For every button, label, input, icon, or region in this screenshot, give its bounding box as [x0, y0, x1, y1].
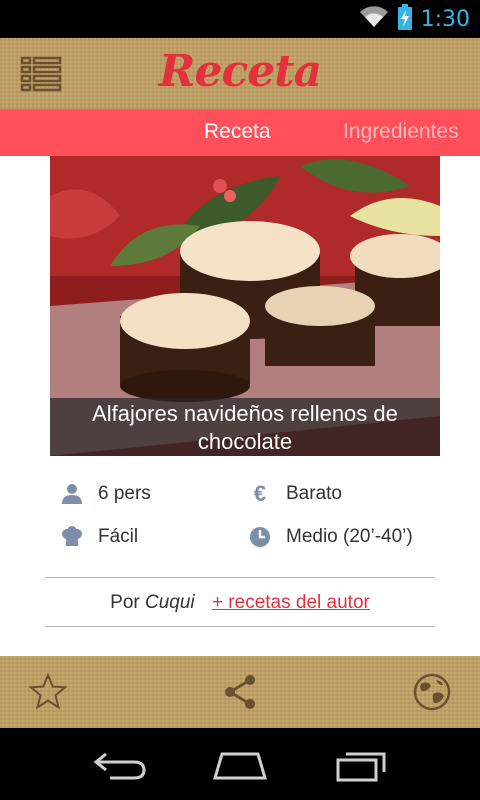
app-title: Receta — [158, 46, 322, 97]
divider — [45, 577, 435, 578]
person-icon — [60, 482, 84, 506]
author-name: Cuqui — [145, 592, 195, 613]
cost-value: Barato — [286, 483, 342, 504]
euro-icon: € — [253, 481, 267, 506]
system-nav-bar — [0, 728, 480, 800]
status-bar: 1:30 — [0, 0, 480, 38]
recipe-photo[interactable]: Alfajores navideños rellenos de chocolat… — [50, 156, 440, 456]
tab-ingredientes[interactable]: Ingredientes — [343, 120, 459, 144]
cost-info: € Barato — [248, 481, 342, 506]
recipe-content: Alfajores navideños rellenos de chocolat… — [0, 156, 480, 656]
tab-receta[interactable]: Receta — [204, 120, 271, 144]
time-value: Medio (20’-40’) — [286, 526, 413, 547]
battery-icon — [397, 3, 413, 35]
action-bar: Receta — [0, 38, 480, 110]
bottom-action-bar — [0, 656, 480, 728]
back-icon[interactable] — [92, 748, 148, 787]
author-line: Por Cuqui + recetas del autor — [0, 592, 480, 614]
time-info: Medio (20’-40’) — [248, 525, 413, 549]
globe-icon[interactable] — [412, 672, 452, 712]
home-icon[interactable] — [212, 748, 268, 787]
difficulty-info: Fácil — [60, 525, 138, 549]
share-icon[interactable] — [220, 672, 260, 712]
clock-icon — [248, 525, 272, 549]
author-prefix: Por — [110, 592, 140, 613]
star-icon[interactable] — [28, 672, 68, 712]
tab-bar: Receta Ingredientes — [0, 110, 480, 156]
servings-info: 6 pers — [60, 482, 151, 506]
servings-value: 6 pers — [98, 483, 151, 504]
status-time: 1:30 — [420, 6, 470, 32]
recipe-title: Alfajores navideños rellenos de chocolat… — [50, 398, 440, 456]
recent-apps-icon[interactable] — [334, 748, 390, 787]
chef-hat-icon — [60, 525, 84, 549]
wifi-icon — [359, 5, 389, 34]
author-recipes-link[interactable]: + recetas del autor — [212, 592, 370, 613]
divider — [45, 626, 435, 627]
difficulty-value: Fácil — [98, 526, 139, 547]
